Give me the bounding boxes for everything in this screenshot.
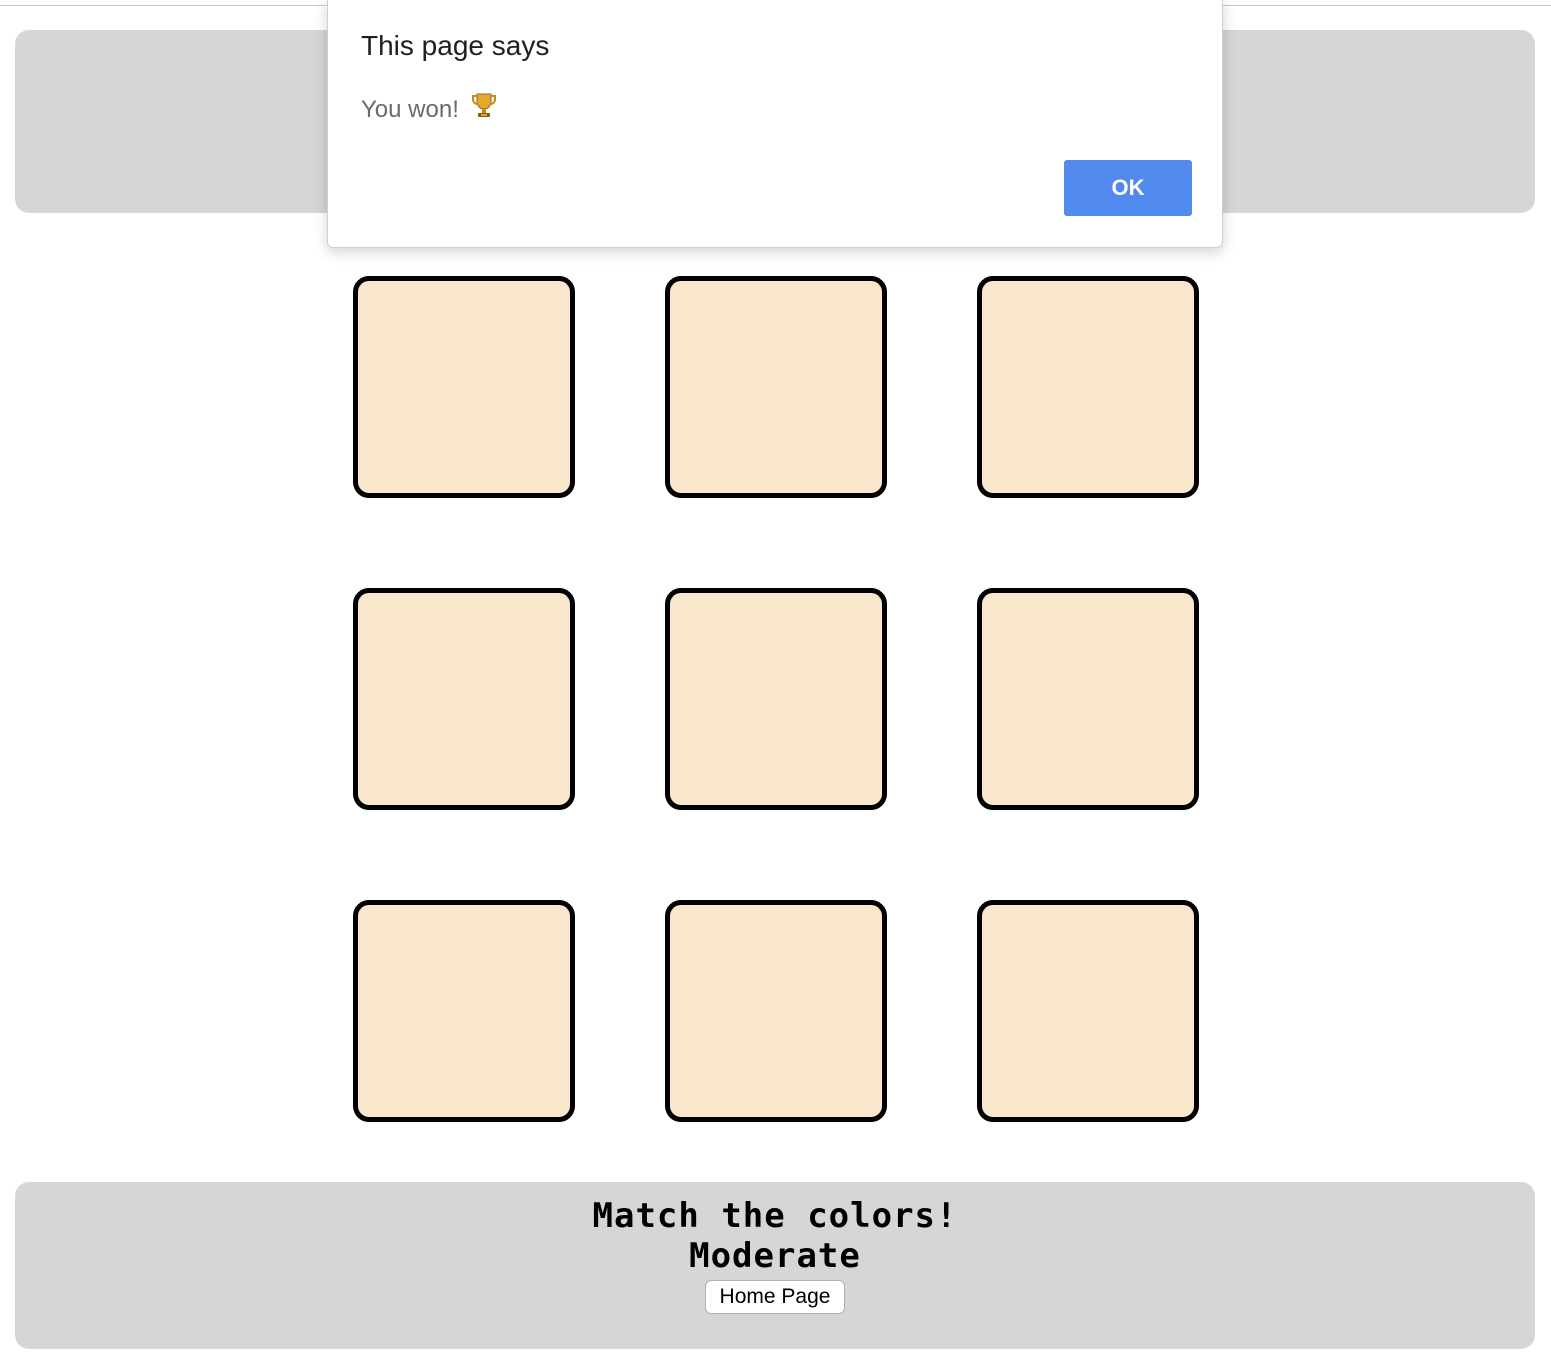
dialog-title: This page says: [361, 30, 550, 61]
dialog-message-row: You won!: [361, 92, 496, 127]
color-tile[interactable]: [977, 276, 1199, 498]
ok-button[interactable]: OK: [1064, 160, 1192, 216]
color-tile[interactable]: [353, 900, 575, 1122]
home-page-button[interactable]: Home Page: [704, 1280, 846, 1314]
color-tile[interactable]: [353, 276, 575, 498]
color-tile[interactable]: [665, 588, 887, 810]
color-tile[interactable]: [665, 276, 887, 498]
trophy-icon: [471, 92, 496, 127]
game-title: Match the colors!: [592, 1196, 958, 1236]
color-tile[interactable]: [977, 588, 1199, 810]
game-board: [353, 276, 1199, 1122]
dialog-message: You won!: [361, 96, 459, 123]
footer-panel: Match the colors! Moderate Home Page: [15, 1182, 1535, 1349]
color-tile[interactable]: [977, 900, 1199, 1122]
difficulty-level: Moderate: [689, 1236, 861, 1276]
alert-dialog: This page says You won! OK: [327, 0, 1223, 248]
color-tile[interactable]: [353, 588, 575, 810]
color-tile[interactable]: [665, 900, 887, 1122]
